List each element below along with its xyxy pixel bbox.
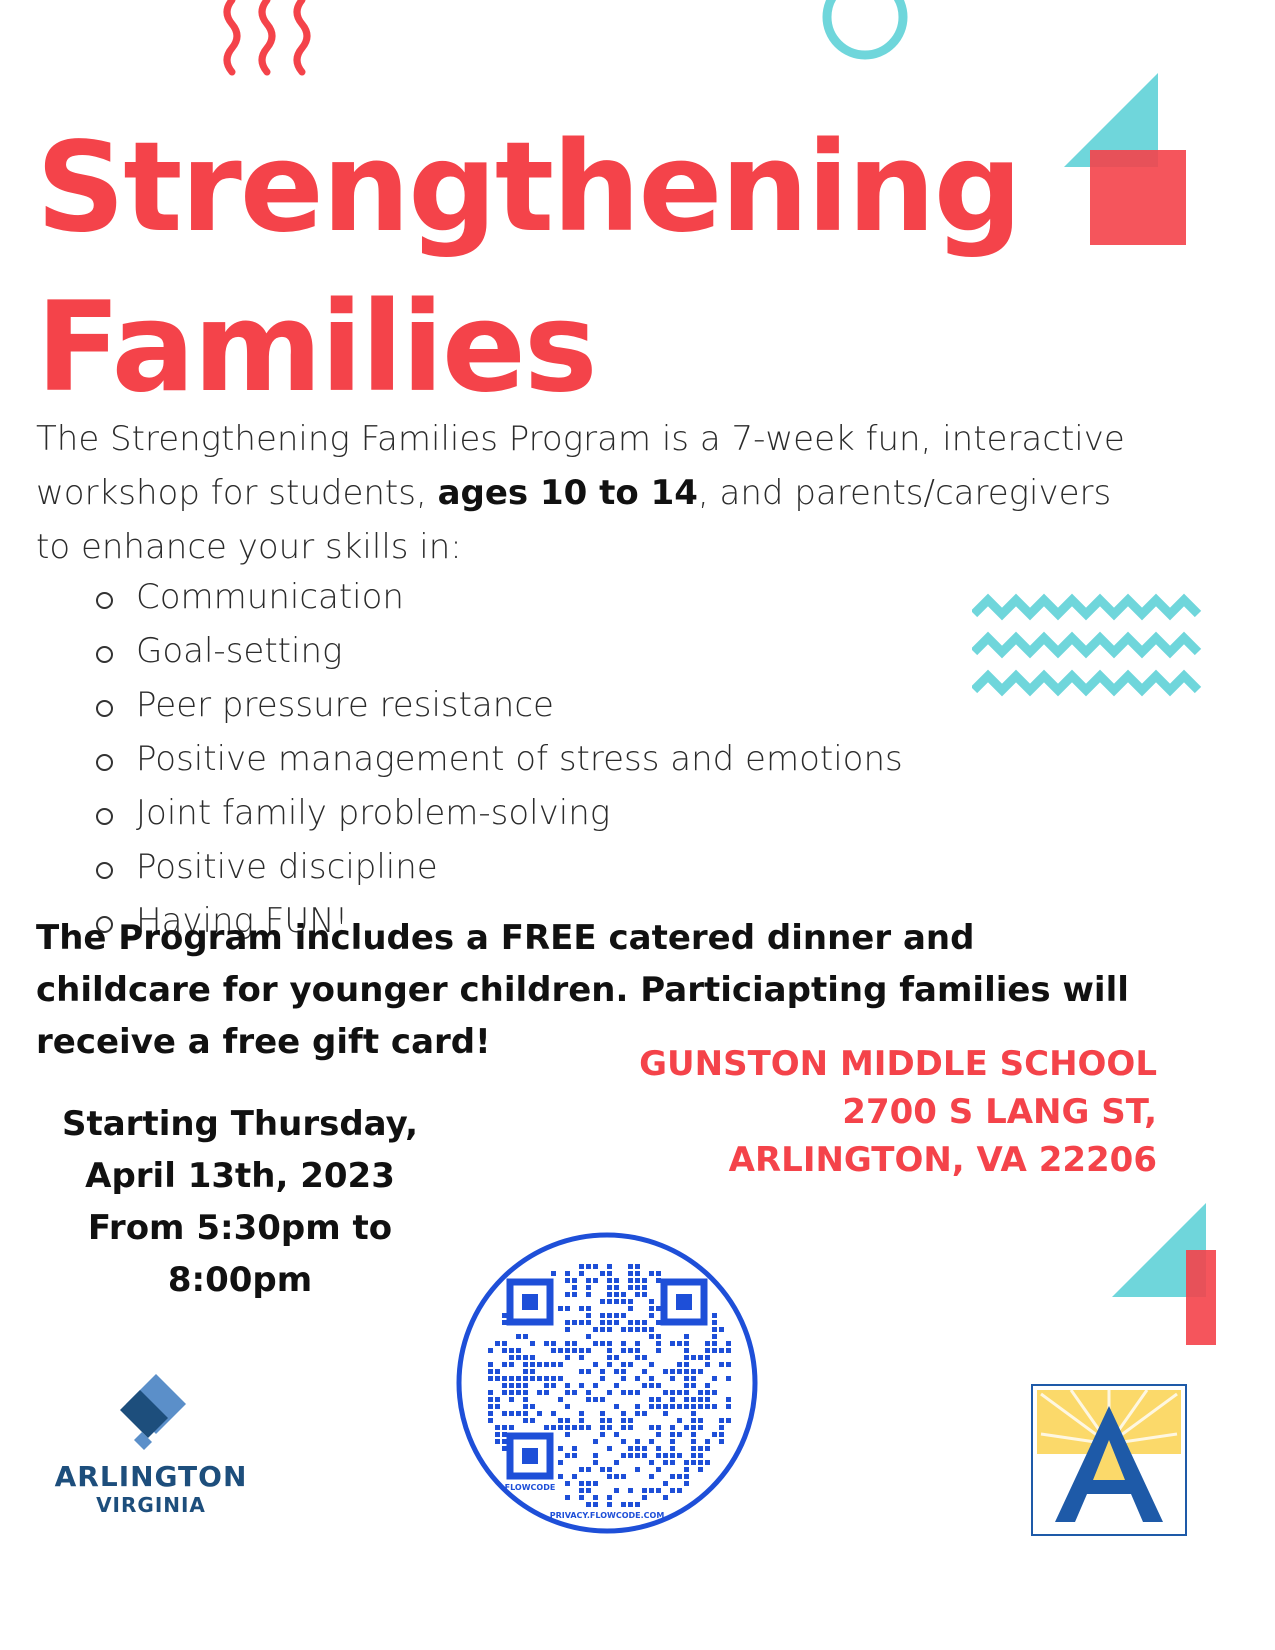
title-line-2: Families [36, 276, 598, 420]
schedule-line-2: April 13th, 2023 [85, 1156, 395, 1196]
zigzag-decoration [972, 593, 1202, 697]
intro-age-range: ages 10 to 14 [437, 473, 698, 513]
list-item: Positive management of stress and emotio… [96, 732, 903, 786]
list-item: Positive discipline [96, 840, 903, 894]
schedule-text: Starting Thursday, April 13th, 2023 From… [40, 1098, 440, 1306]
location-address: GUNSTON MIDDLE SCHOOL 2700 S LANG ST, AR… [639, 1040, 1157, 1184]
arlington-logo-name: ARLINGTON [54, 1460, 248, 1493]
schedule-line-1: Starting Thursday, [61, 1104, 419, 1144]
squiggle-lines-decoration [223, 0, 311, 76]
qr-brand-label: FLOWCODE [505, 1483, 556, 1492]
arlington-logo: ARLINGTON VIRGINIA [46, 1370, 256, 1517]
triangle-bar-decoration-bottom [1112, 1203, 1216, 1345]
qr-url-label: PRIVACY.FLOWCODE.COM [550, 1511, 665, 1520]
arlington-logo-sub: VIRGINIA [96, 1493, 206, 1517]
arlington-diamond-icon [120, 1374, 186, 1450]
intro-paragraph: The Strengthening Families Program is a … [36, 412, 1156, 574]
list-item: Peer pressure resistance [96, 678, 903, 732]
title-line-1: Strengthening [36, 116, 1022, 260]
triangle-square-decoration-top [1064, 73, 1186, 245]
list-item: Communication [96, 570, 903, 624]
location-city: ARLINGTON, VA 22206 [728, 1140, 1157, 1180]
schedule-line-4: 8:00pm [167, 1260, 313, 1300]
list-item: Joint family problem-solving [96, 786, 903, 840]
list-item: Goal-setting [96, 624, 903, 678]
location-street: 2700 S LANG ST, [842, 1092, 1157, 1132]
skills-list: Communication Goal-setting Peer pressure… [96, 570, 903, 948]
aps-school-logo [1031, 1384, 1187, 1536]
page-title: Strengthening Families [36, 108, 1022, 428]
location-school: GUNSTON MIDDLE SCHOOL [639, 1044, 1157, 1084]
qr-code[interactable]: FLOWCODE PRIVACY.FLOWCODE.COM [452, 1228, 762, 1538]
schedule-line-3: From 5:30pm to [87, 1208, 393, 1248]
ring-decoration [822, 0, 908, 60]
